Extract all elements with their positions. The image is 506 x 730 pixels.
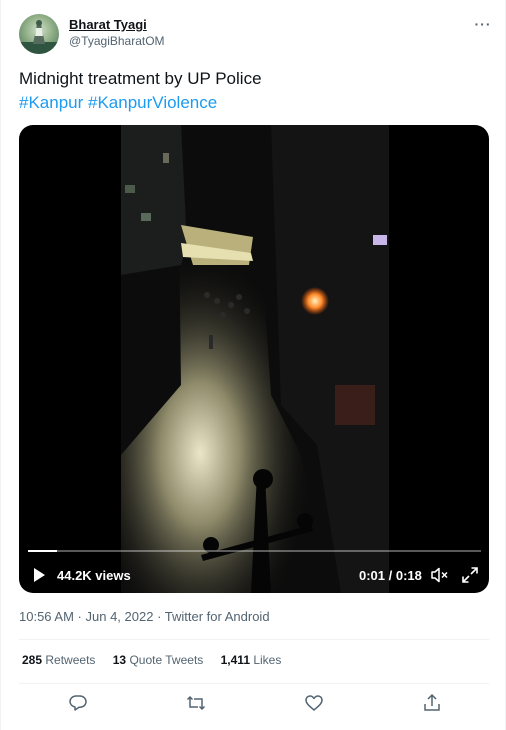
video-progress-bar[interactable]	[28, 550, 481, 552]
tweet-source: Twitter for Android	[164, 609, 270, 624]
hashtag-link[interactable]: #Kanpur	[19, 93, 83, 112]
divider	[19, 683, 489, 684]
mute-icon[interactable]	[431, 567, 449, 583]
meta-separator: ·	[73, 609, 86, 624]
tweet-date[interactable]: Jun 4, 2022	[86, 609, 154, 624]
quote-tweets-label: Quote Tweets	[129, 653, 204, 667]
tweet-card: Bharat Tyagi @TyagiBharatOM ··· Midnight…	[0, 0, 506, 730]
fullscreen-icon[interactable]	[461, 566, 479, 584]
play-icon[interactable]	[31, 567, 47, 583]
reply-icon[interactable]	[68, 693, 88, 713]
hashtags: #Kanpur #KanpurViolence	[19, 91, 217, 115]
video-frame	[121, 125, 389, 593]
engagement-stats: 285 Retweets 13 Quote Tweets 1,411 Likes	[22, 653, 295, 667]
likes-stat[interactable]: 1,411 Likes	[221, 653, 282, 667]
view-count: 44.2K views	[57, 568, 131, 583]
tweet-time[interactable]: 10:56 AM	[19, 609, 74, 624]
author-handle[interactable]: @TyagiBharatOM	[69, 34, 165, 48]
likes-label: Likes	[253, 653, 282, 667]
avatar[interactable]	[19, 14, 59, 54]
more-options-icon[interactable]: ···	[473, 16, 493, 32]
like-icon[interactable]	[304, 693, 324, 713]
hashtag-link[interactable]: #KanpurViolence	[88, 93, 217, 112]
author-name[interactable]: Bharat Tyagi	[69, 17, 147, 32]
quote-tweets-count: 13	[112, 653, 127, 667]
video-progress-fill	[28, 550, 58, 552]
meta-separator: ·	[153, 609, 165, 624]
action-bar	[19, 690, 489, 716]
retweets-stat[interactable]: 285 Retweets	[22, 653, 95, 667]
likes-count: 1,411	[220, 653, 250, 667]
retweet-icon[interactable]	[186, 693, 206, 713]
retweets-count: 285	[22, 653, 43, 667]
video-time: 0:01 / 0:18	[359, 568, 422, 583]
share-icon[interactable]	[422, 693, 442, 713]
quote-tweets-stat[interactable]: 13 Quote Tweets	[113, 653, 204, 667]
retweets-label: Retweets	[45, 653, 96, 667]
tweet-text: Midnight treatment by UP Police	[19, 69, 262, 88]
divider	[19, 639, 489, 640]
video-player[interactable]: 44.2K views 0:01 / 0:18	[19, 125, 489, 593]
tweet-metadata: 10:56 AM · Jun 4, 2022 · Twitter for And…	[19, 609, 270, 624]
avatar-image	[19, 20, 59, 54]
